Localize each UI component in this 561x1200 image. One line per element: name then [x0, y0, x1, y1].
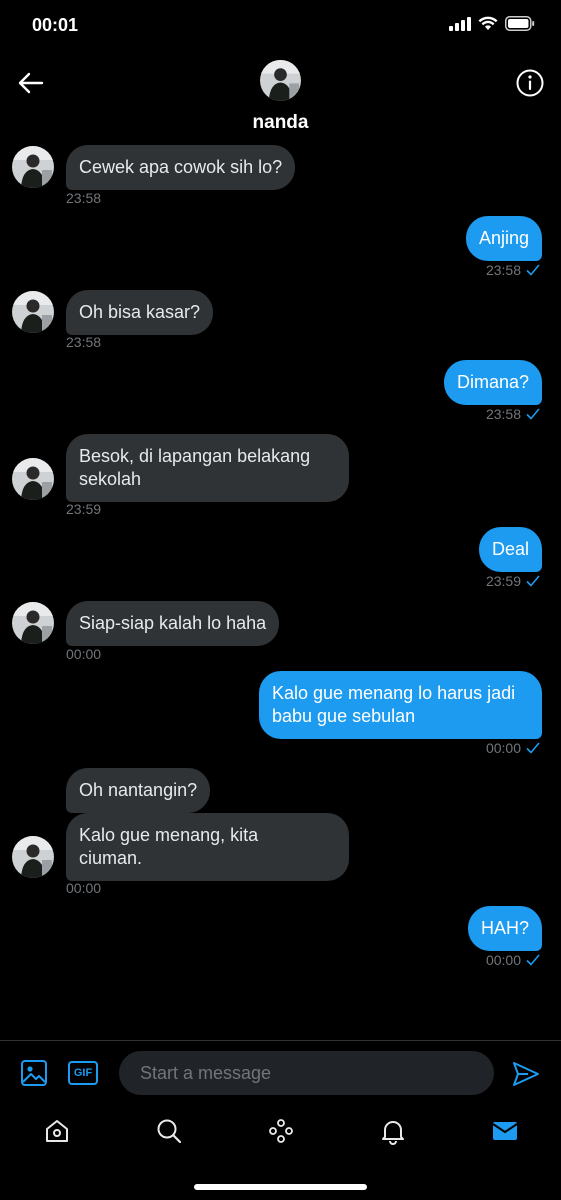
- outgoing-message[interactable]: HAH?: [467, 906, 542, 951]
- tab-notifications[interactable]: [378, 1116, 408, 1146]
- avatar-image: [12, 836, 54, 878]
- sent-check-icon: [526, 575, 540, 587]
- message-meta: 23:58: [486, 262, 540, 278]
- incoming-message[interactable]: Cewek apa cowok sih lo?: [66, 145, 296, 190]
- battery-icon: [505, 16, 535, 31]
- info-button[interactable]: [513, 66, 547, 100]
- incoming-message[interactable]: Kalo gue menang, kita ciuman.: [66, 813, 349, 881]
- tab-home[interactable]: [42, 1116, 72, 1146]
- message-time: 23:59: [485, 573, 521, 589]
- status-bar: 00:01: [0, 0, 561, 52]
- message-time: 23:58: [485, 406, 521, 422]
- info-icon: [516, 69, 544, 97]
- message-time: 00:00: [66, 646, 102, 662]
- message-time: 23:59: [66, 501, 102, 517]
- message-time: 00:00: [66, 880, 102, 896]
- message-meta: 00:00: [486, 740, 540, 756]
- search-icon: [157, 1119, 182, 1144]
- tab-search[interactable]: [154, 1116, 184, 1146]
- outgoing-message[interactable]: Anjing: [465, 216, 542, 261]
- message-input[interactable]: [119, 1051, 494, 1095]
- incoming-message[interactable]: Besok, di lapangan belakang sekolah: [66, 434, 349, 502]
- message-line: Kalo gue menang lo harus jadi: [272, 683, 516, 703]
- sent-check-icon: [526, 954, 540, 966]
- incoming-message[interactable]: Siap-siap kalah lo haha: [66, 601, 280, 646]
- message-time: 00:00: [485, 952, 521, 968]
- tab-messages[interactable]: [490, 1116, 520, 1146]
- message-line: Besok, di lapangan belakang: [79, 446, 311, 466]
- message-meta: 23:59: [486, 573, 540, 589]
- avatar-image: [12, 146, 54, 188]
- contact-name[interactable]: nanda: [0, 112, 561, 134]
- send-button[interactable]: [511, 1059, 541, 1089]
- gif-label: GIF: [73, 1067, 93, 1079]
- message-avatar[interactable]: [12, 602, 54, 644]
- status-time: 00:01: [32, 15, 79, 35]
- message-line: Kalo gue menang, kita: [79, 825, 259, 845]
- home-indicator: [194, 1184, 367, 1190]
- header-avatar[interactable]: [260, 60, 301, 101]
- incoming-message[interactable]: Oh bisa kasar?: [66, 290, 214, 335]
- incoming-message[interactable]: Oh nantangin?: [66, 768, 211, 813]
- home-icon: [46, 1120, 68, 1142]
- status-icons: [449, 16, 535, 31]
- back-button[interactable]: [14, 66, 48, 100]
- messages-icon: [492, 1122, 518, 1140]
- avatar-image: [260, 60, 301, 101]
- message-line: sekolah: [79, 469, 142, 489]
- message-time: 23:58: [485, 262, 521, 278]
- media-button[interactable]: [20, 1059, 48, 1087]
- signal-icon: [449, 16, 471, 31]
- message-composer: GIF: [0, 1040, 561, 1108]
- outgoing-message[interactable]: Kalo gue menang lo harus jadi babu gue s…: [259, 671, 542, 739]
- image-icon: [21, 1060, 47, 1086]
- wifi-icon: [478, 16, 498, 30]
- spaces-icon: [269, 1119, 293, 1143]
- tab-spaces[interactable]: [266, 1116, 296, 1146]
- outgoing-message[interactable]: Dimana?: [443, 360, 542, 405]
- message-meta: 23:58: [486, 406, 540, 422]
- sent-check-icon: [526, 408, 540, 420]
- notifications-icon: [382, 1121, 404, 1145]
- message-time: 23:58: [66, 190, 102, 206]
- sent-check-icon: [526, 742, 540, 754]
- message-meta: 00:00: [486, 952, 540, 968]
- gif-button[interactable]: GIF: [68, 1061, 98, 1085]
- message-avatar[interactable]: [12, 836, 54, 878]
- sent-check-icon: [526, 264, 540, 276]
- message-avatar[interactable]: [12, 458, 54, 500]
- message-avatar[interactable]: [12, 146, 54, 188]
- message-avatar[interactable]: [12, 291, 54, 333]
- send-icon: [513, 1062, 539, 1086]
- message-time: 23:58: [66, 334, 102, 350]
- message-time: 00:00: [485, 740, 521, 756]
- avatar-image: [12, 602, 54, 644]
- back-arrow-icon: [18, 72, 44, 94]
- avatar-image: [12, 291, 54, 333]
- message-line: babu gue sebulan: [272, 706, 416, 726]
- outgoing-message[interactable]: Deal: [478, 527, 542, 572]
- conversation-header: nanda: [0, 52, 561, 138]
- message-line: ciuman.: [79, 848, 143, 868]
- avatar-image: [12, 458, 54, 500]
